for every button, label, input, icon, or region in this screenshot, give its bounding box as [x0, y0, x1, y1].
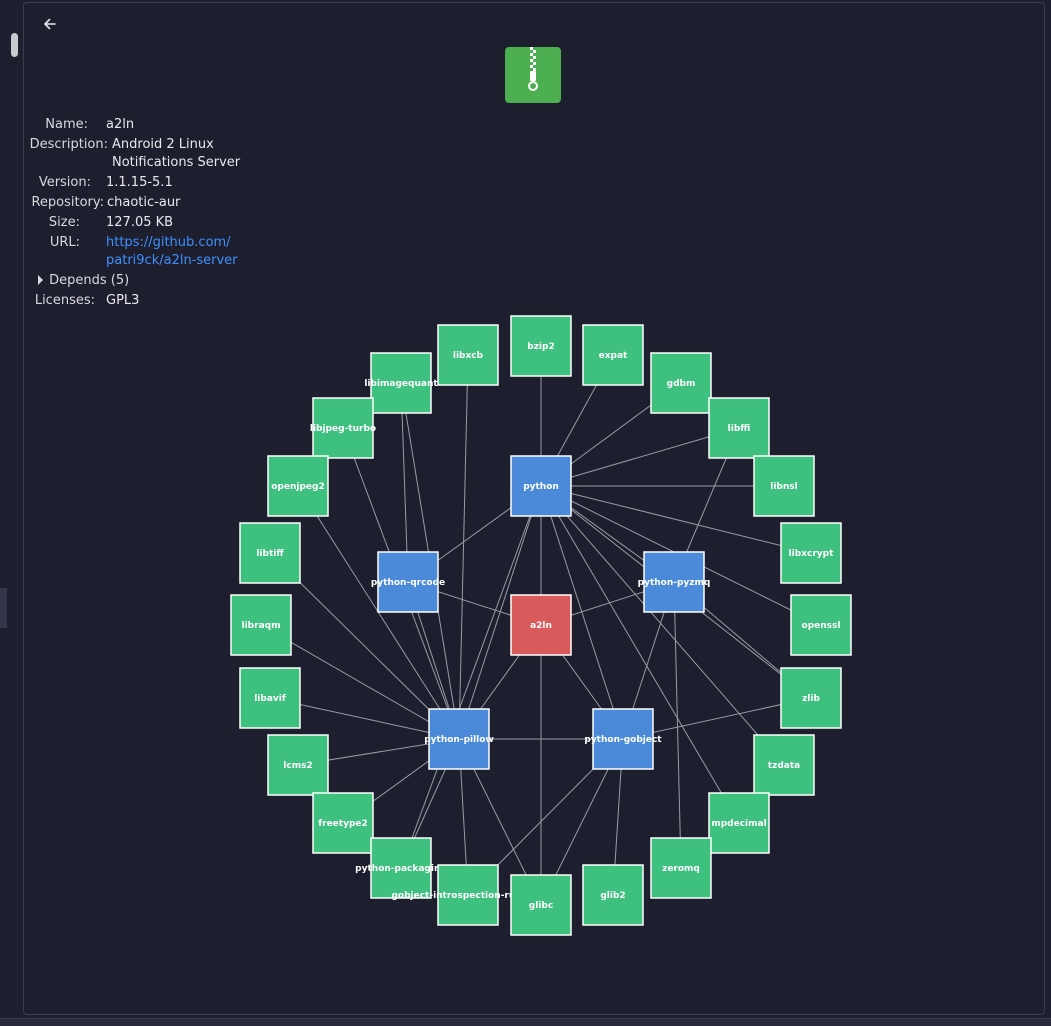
graph-node-tzdata[interactable]: tzdata [753, 734, 815, 796]
graph-node-label: python-qrcode [371, 578, 445, 588]
graph-node-libxcb[interactable]: libxcb [437, 324, 499, 386]
graph-node-mpdecimal[interactable]: mpdecimal [708, 792, 770, 854]
graph-node-label: expat [599, 351, 628, 361]
graph-node-python-pillow[interactable]: python-pillow [424, 708, 494, 770]
graph-node-label: python [523, 482, 559, 492]
graph-node-libffi[interactable]: libffi [708, 397, 770, 459]
graph-node-label: python-pillow [424, 735, 494, 745]
graph-node-label: a2ln [530, 621, 552, 631]
graph-node-python-qrcode[interactable]: python-qrcode [371, 551, 445, 613]
graph-node-zlib[interactable]: zlib [780, 667, 842, 729]
graph-node-glibc[interactable]: glibc [510, 874, 572, 936]
graph-node-label: zlib [802, 694, 820, 704]
graph-node-label: python-packaging [355, 864, 447, 874]
graph-edge [540, 485, 785, 766]
package-details-window: Name: a2ln Description: Android 2 Linux … [0, 0, 1051, 1026]
graph-node-python-pyzmq[interactable]: python-pyzmq [638, 551, 711, 613]
graph-node-lcms2[interactable]: lcms2 [267, 734, 329, 796]
graph-node-libimagequant[interactable]: libimagequant [364, 352, 438, 414]
graph-node-glib2[interactable]: glib2 [582, 864, 644, 926]
graph-node-label: lcms2 [283, 761, 312, 771]
graph-node-label: libimagequant [364, 379, 438, 389]
graph-node-label: openssl [802, 621, 841, 631]
graph-node-expat[interactable]: expat [582, 324, 644, 386]
graph-node-label: libjpeg-turbo [310, 424, 376, 434]
graph-node-label: libtiff [256, 549, 284, 559]
graph-node-label: libnsl [770, 482, 797, 492]
graph-node-label: python-gobject [584, 735, 662, 745]
graph-node-label: glibc [529, 901, 553, 911]
graph-node-label: glib2 [600, 891, 625, 901]
graph-node-label: libxcrypt [789, 549, 835, 559]
graph-node-label: mpdecimal [711, 819, 766, 829]
graph-node-zeromq[interactable]: zeromq [650, 837, 712, 899]
graph-node-label: openjpeg2 [271, 482, 324, 492]
graph-node-label: zeromq [662, 864, 700, 874]
graph-edge [458, 354, 469, 740]
graph-edge [673, 581, 682, 869]
graph-node-label: gdbm [667, 379, 696, 389]
graph-node-label: tzdata [768, 761, 800, 771]
dependency-graph: libxcb bzip2 expat gdbm libimagequant libjpeg… [230, 315, 852, 936]
graph-node-a2ln[interactable]: a2ln [510, 594, 572, 656]
graph-edge [400, 485, 542, 869]
graph-node-libnsl[interactable]: libnsl [753, 455, 815, 517]
graph-node-libavif[interactable]: libavif [239, 667, 301, 729]
graph-node-label: python-pyzmq [638, 578, 711, 588]
graph-node-libxcrypt[interactable]: libxcrypt [780, 522, 842, 584]
graph-node-python-gobject[interactable]: python-gobject [584, 708, 662, 770]
graph-node-openssl[interactable]: openssl [790, 594, 852, 656]
graph-node-label: freetype2 [318, 819, 368, 829]
graph-node-label: libraqm [242, 621, 281, 631]
graph-node-libjpeg-turbo[interactable]: libjpeg-turbo [310, 397, 376, 459]
graph-node-label: libavif [254, 694, 286, 704]
graph-node-bzip2[interactable]: bzip2 [510, 315, 572, 377]
graph-node-openjpeg2[interactable]: openjpeg2 [267, 455, 329, 517]
graph-node-libtiff[interactable]: libtiff [239, 522, 301, 584]
graph-node-freetype2[interactable]: freetype2 [312, 792, 374, 854]
graph-node-label: libffi [728, 424, 751, 434]
graph-node-label: libxcb [453, 351, 484, 361]
graph-node-libraqm[interactable]: libraqm [230, 594, 292, 656]
graph-node-label: bzip2 [527, 342, 554, 352]
graph-node-python[interactable]: python [510, 455, 572, 517]
graph-node-gdbm[interactable]: gdbm [650, 352, 712, 414]
